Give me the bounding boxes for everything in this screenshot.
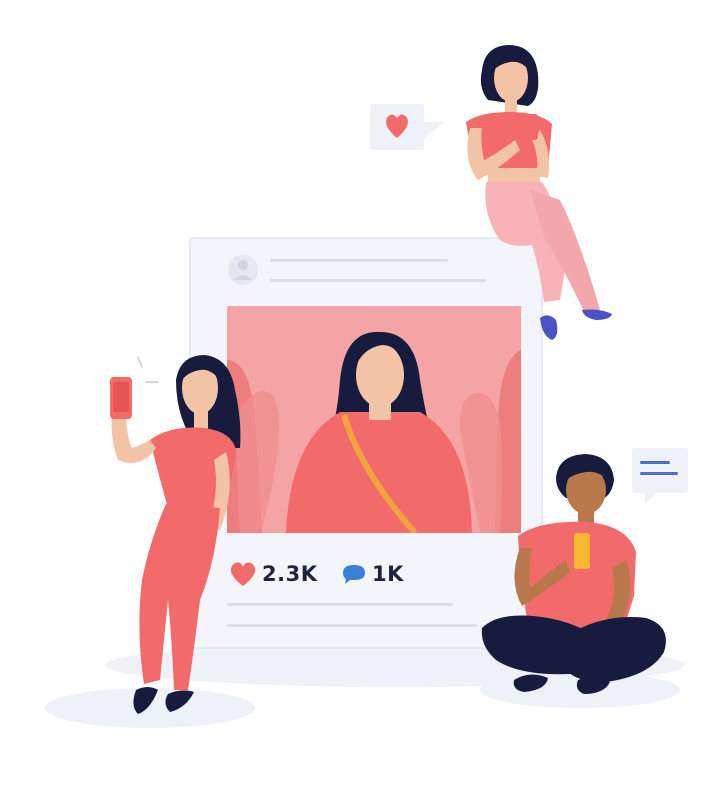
speech-bubble-icon (340, 562, 368, 586)
likes-stat[interactable]: 2.3K (228, 558, 317, 590)
heart-icon (228, 561, 258, 587)
message-notification-bubble (632, 448, 688, 504)
post-footer-line (227, 624, 477, 627)
like-notification-bubble (370, 104, 444, 150)
likes-count: 2.3K (262, 562, 318, 586)
social-media-illustration (0, 0, 720, 792)
post-photo (227, 306, 521, 533)
comments-count: 1K (372, 562, 404, 586)
comments-stat[interactable]: 1K (340, 558, 404, 590)
post-header-line (270, 259, 448, 262)
post-header-line (270, 279, 486, 282)
post-footer-line (227, 603, 453, 606)
user-avatar-icon (228, 255, 258, 285)
